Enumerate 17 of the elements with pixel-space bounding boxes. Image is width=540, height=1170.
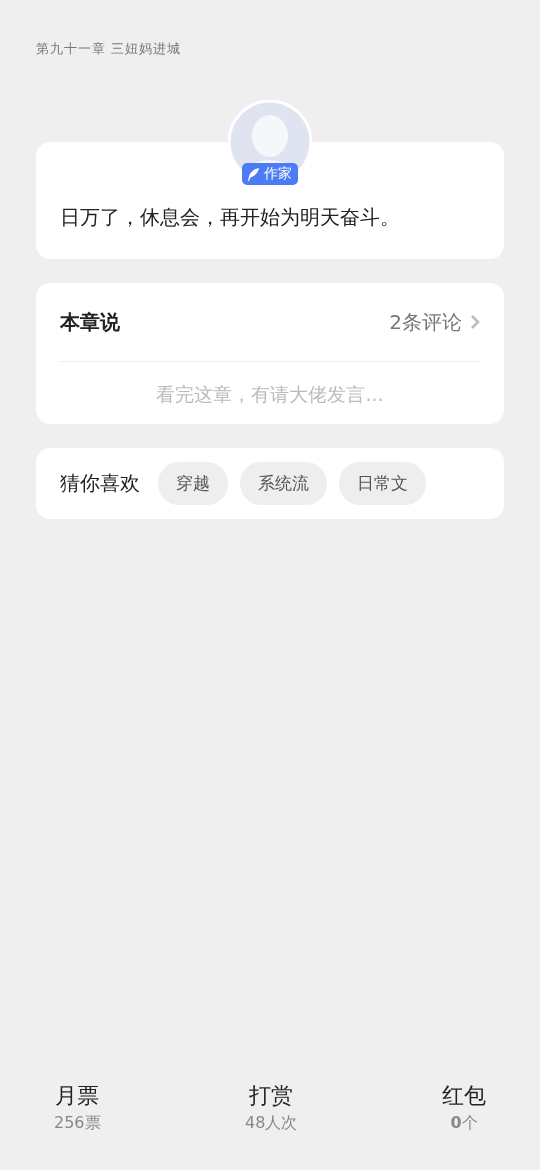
feather-icon (246, 166, 261, 182)
genre-tag[interactable]: 日常文 (339, 462, 426, 505)
comments-link[interactable]: 2条评论 (389, 308, 480, 336)
chapter-title: 第九十一章 三妞妈进城 (36, 40, 182, 58)
stat-label[interactable]: 红包 (442, 1081, 486, 1111)
stat-value: 0个 (450, 1113, 478, 1134)
author-note-text: 日万了，休息会，再开始为明天奋斗。 (60, 204, 401, 231)
comments-title: 本章说 (60, 308, 120, 336)
genre-tag[interactable]: 穿越 (158, 462, 228, 505)
genre-tag[interactable]: 系统流 (240, 462, 327, 505)
badge-label: 作家 (264, 165, 292, 183)
stat-value: 48人次 (245, 1113, 298, 1134)
chevron-right-icon (470, 314, 480, 330)
recommend-label: 猜你喜欢 (60, 470, 140, 497)
stat-value: 256票 (54, 1113, 101, 1134)
stat-label[interactable]: 打赏 (249, 1081, 294, 1111)
stat-label[interactable]: 月票 (55, 1081, 100, 1111)
